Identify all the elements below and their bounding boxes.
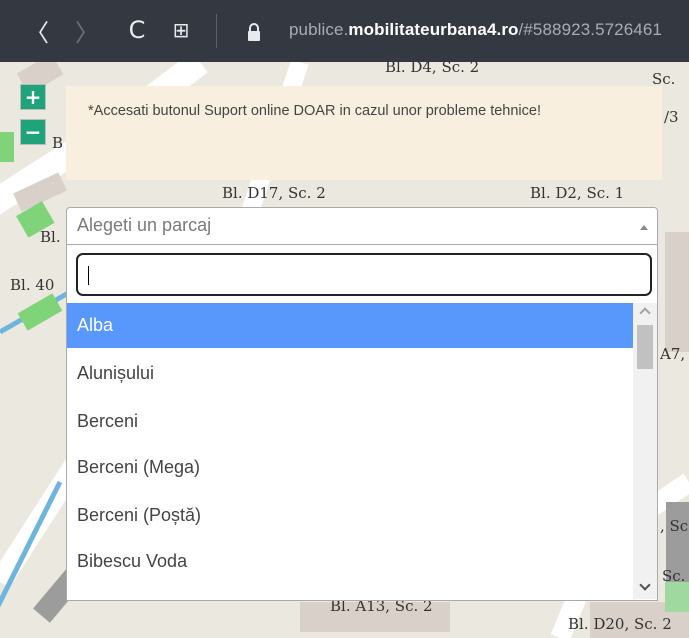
zoom-out-button[interactable]: −: [20, 119, 46, 145]
map-label: Bl. D20, Sc. 2: [568, 615, 672, 633]
option-berceni-mega[interactable]: Berceni (Mega): [67, 445, 633, 490]
parking-select[interactable]: Alegeti un parcaj: [66, 207, 658, 245]
map-label: Bl.: [40, 228, 61, 246]
option-alunisului[interactable]: Alunișului: [67, 351, 633, 396]
url-domain: mobilitateurbana4.ro: [348, 20, 519, 39]
url-prefix: publice.: [289, 20, 349, 39]
search-input[interactable]: [76, 253, 652, 296]
support-notice: *Accesati butonul Suport online DOAR in …: [66, 86, 662, 180]
map-label: Bl. D4, Sc. 2: [385, 62, 480, 76]
option-alba[interactable]: Alba: [67, 303, 633, 348]
scrollbar-thumb[interactable]: [637, 325, 653, 369]
reload-icon[interactable]: C: [122, 15, 152, 45]
map-label: Bl. D17, Sc. 2: [222, 184, 326, 202]
map-label: B: [52, 134, 64, 152]
back-icon[interactable]: 〈: [22, 15, 52, 47]
toolbar-divider: [216, 14, 217, 48]
caret-up-icon: [640, 225, 648, 230]
map-label: Bl. 40: [10, 276, 55, 294]
forward-icon[interactable]: 〉: [72, 15, 102, 47]
map-label: A7, S: [660, 345, 689, 363]
map-label: , Sc: [660, 517, 689, 535]
url-suffix: /#588923.5726461: [518, 20, 662, 39]
notice-text: *Accesati butonul Suport online DOAR in …: [88, 103, 541, 119]
map-label: /3: [664, 108, 679, 126]
address-bar[interactable]: publice.mobilitateurbana4.ro/#588923.572…: [289, 20, 662, 40]
zoom-in-button[interactable]: +: [20, 84, 46, 110]
map-label: Bl. D2, Sc. 1: [530, 184, 625, 202]
text-cursor: [88, 266, 89, 285]
select-placeholder: Alegeti un parcaj: [77, 215, 212, 235]
tabs-grid-icon[interactable]: ⊞: [166, 15, 196, 45]
parking-dropdown: Alba Alunișului Berceni Berceni (Mega) B…: [66, 245, 658, 601]
option-bibescu-voda[interactable]: Bibescu Voda: [67, 539, 633, 584]
option-berceni[interactable]: Berceni: [67, 399, 633, 444]
option-berceni-posta[interactable]: Berceni (Poștă): [67, 493, 633, 538]
browser-toolbar: 〈 〉 C ⊞ publice.mobilitateurbana4.ro/#58…: [0, 0, 689, 62]
lock-icon[interactable]: [246, 22, 262, 42]
map-label: Sc.: [662, 567, 686, 585]
